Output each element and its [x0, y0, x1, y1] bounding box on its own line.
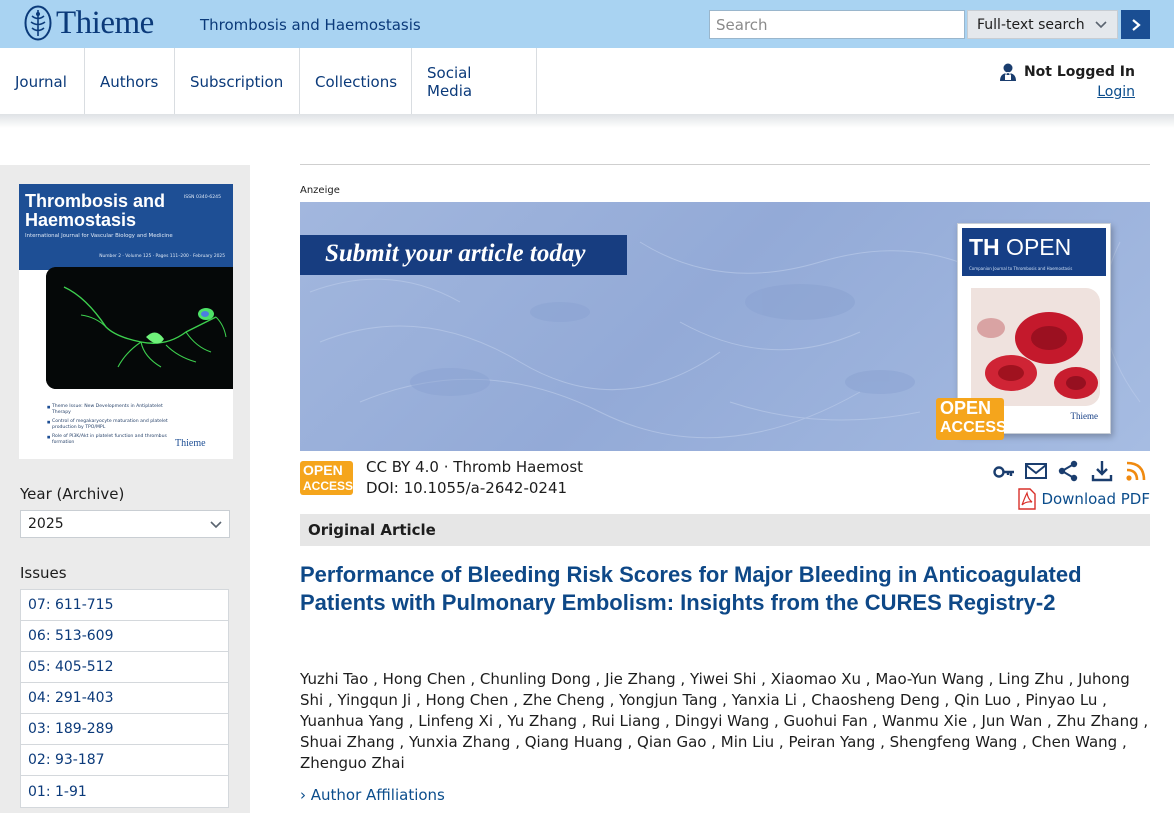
nav-social-media[interactable]: Social Media: [412, 48, 537, 115]
th-open-title: TH OPEN: [969, 234, 1072, 260]
ad-label: Anzeige: [300, 185, 340, 196]
issue-link[interactable]: 07: 611-715: [21, 590, 228, 621]
author-affiliations-toggle[interactable]: › Author Affiliations: [300, 786, 445, 804]
search-submit-button[interactable]: [1121, 10, 1150, 39]
nav-shadow: [0, 114, 1174, 128]
journal-cover[interactable]: Thrombosis and Haemostasis International…: [19, 184, 233, 459]
year-select-value: 2025: [28, 516, 64, 532]
search-input[interactable]: [709, 10, 965, 39]
rss-icon[interactable]: [1123, 458, 1149, 484]
issue-link[interactable]: 01: 1-91: [21, 776, 228, 807]
search-scope-value: Full-text search: [977, 16, 1085, 33]
divider: [300, 164, 1150, 165]
login-status: Not Logged In: [1023, 64, 1135, 80]
login-box: Not Logged In Login: [999, 62, 1135, 100]
nav-authors[interactable]: Authors: [85, 48, 175, 115]
download-pdf-label: Download PDF: [1041, 490, 1150, 508]
chevron-right-icon: [1131, 18, 1141, 31]
issue-link[interactable]: 02: 93-187: [21, 745, 228, 776]
cover-subtitle: International Journal for Vascular Biolo…: [25, 233, 173, 239]
nav-collections[interactable]: Collections: [300, 48, 412, 115]
thieme-logo[interactable]: Thieme: [24, 5, 154, 41]
cover-issn: ISSN 0340-6245: [183, 195, 221, 200]
issues-label: Issues: [20, 564, 67, 582]
journal-name-link[interactable]: Thrombosis and Haemostasis: [200, 16, 421, 34]
brand-name: Thieme: [56, 5, 154, 41]
open-access-badge: OPEN ACCESS: [936, 398, 1007, 440]
top-bar: Thieme Thrombosis and Haemostasis Full-t…: [0, 0, 1174, 48]
cover-bullet: Control of megakaryocyte maturation and …: [47, 419, 177, 431]
nav-subscription[interactable]: Subscription: [175, 48, 300, 115]
cover-volume: Number 2 · Volume 125 · Pages 111–200 · …: [99, 254, 225, 259]
cover-micrograph: [46, 267, 233, 389]
issue-link[interactable]: 05: 405-512: [21, 652, 228, 683]
article-type: Original Article: [300, 514, 1150, 546]
download-pdf-link[interactable]: Download PDF: [1018, 488, 1150, 510]
cover-header: Thrombosis and Haemostasis International…: [19, 184, 233, 270]
pdf-icon: [1018, 488, 1037, 510]
open-access-badge: OPEN ACCESS: [300, 461, 353, 495]
download-icon[interactable]: [1089, 458, 1115, 484]
nav-journal[interactable]: Journal: [0, 48, 85, 115]
doi: DOI: 10.1055/a-2642-0241: [366, 479, 568, 497]
banner-headline-strip: Submit your article today: [300, 235, 627, 275]
user-lock-icon: [999, 63, 1016, 81]
th-open-tagline: Companion Journal to Thrombosis and Haem…: [969, 266, 1073, 271]
cover-bullet: Theme Issue: New Developments in Antipla…: [47, 404, 177, 416]
license-citation: CC BY 4.0 · Thromb Haemost: [366, 458, 584, 476]
year-archive-label: Year (Archive): [20, 485, 125, 503]
issues-list: 07: 611-715 06: 513-609 05: 405-512 04: …: [20, 589, 229, 808]
issue-link[interactable]: 03: 189-289: [21, 714, 228, 745]
article-tools: [990, 458, 1150, 484]
mail-icon[interactable]: [1023, 458, 1049, 484]
issue-link[interactable]: 04: 291-403: [21, 683, 228, 714]
red-blood-cells-image: [971, 288, 1100, 406]
main-nav: Journal Authors Subscription Collections…: [0, 48, 1174, 115]
cover-brand: Thieme: [175, 438, 206, 449]
th-open-brand: Thieme: [1070, 411, 1099, 421]
ad-banner[interactable]: Submit your article today TH OPEN Compan…: [300, 202, 1150, 451]
thieme-emblem-icon: [24, 5, 52, 41]
issue-link[interactable]: 06: 513-609: [21, 621, 228, 652]
article-title: Performance of Bleeding Risk Scores for …: [300, 562, 1082, 615]
login-link[interactable]: Login: [999, 84, 1135, 100]
chevron-down-icon: [210, 521, 222, 529]
link-icon[interactable]: [990, 458, 1016, 484]
author-list: Yuzhi Tao , Hong Chen , Chunling Dong , …: [300, 670, 1149, 772]
chevron-down-icon: [1095, 21, 1107, 29]
cover-bullet-list: Theme Issue: New Developments in Antipla…: [47, 404, 177, 449]
banner-headline: Submit your article today: [325, 240, 586, 267]
share-icon[interactable]: [1055, 458, 1081, 484]
cover-bullet: Role of PI3K/Akt in platelet function an…: [47, 434, 177, 446]
year-select[interactable]: 2025: [20, 510, 230, 538]
search-scope-select[interactable]: Full-text search: [967, 10, 1118, 39]
